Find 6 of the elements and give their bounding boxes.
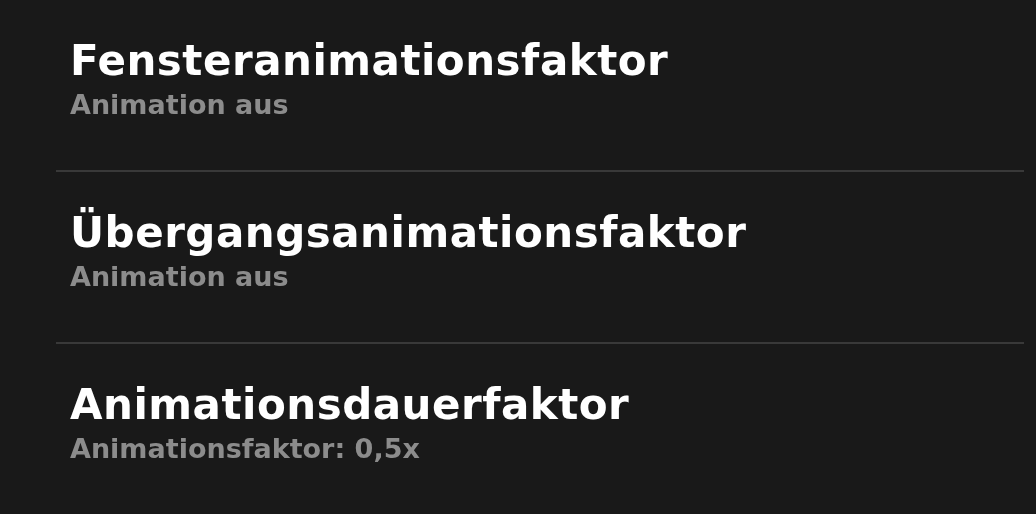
setting-summary: Animationsfaktor: 0,5x [70, 432, 420, 466]
setting-summary: Animation aus [70, 260, 289, 294]
setting-title[interactable]: Übergangsanimationsfaktor [70, 206, 747, 260]
setting-title[interactable]: Fensteranimationsfaktor [70, 34, 669, 88]
setting-summary: Animation aus [70, 88, 289, 122]
setting-title[interactable]: Animationsdauerfaktor [70, 378, 630, 432]
